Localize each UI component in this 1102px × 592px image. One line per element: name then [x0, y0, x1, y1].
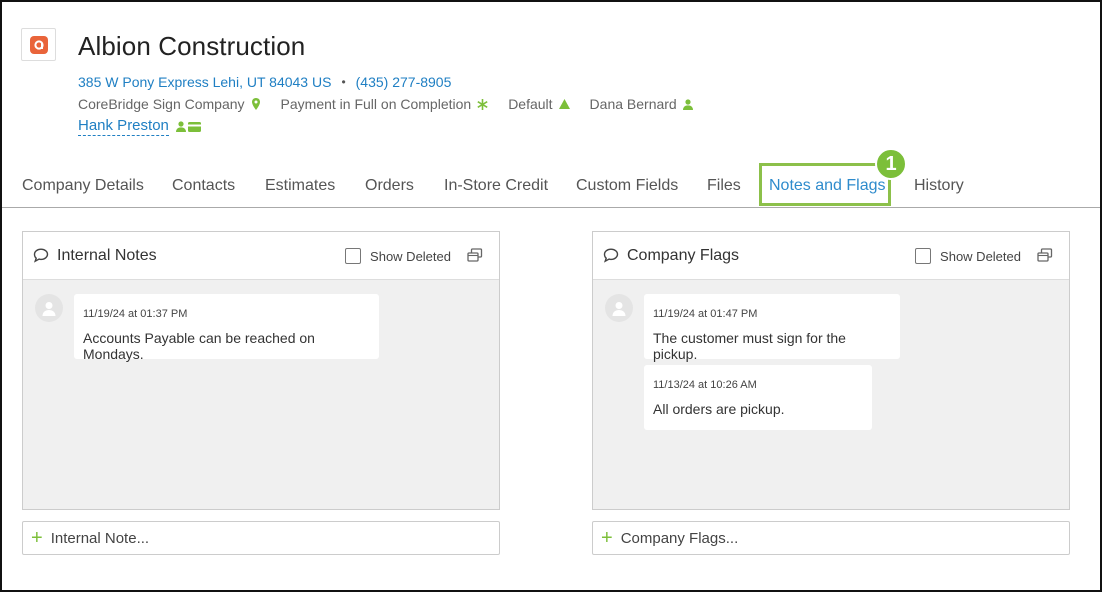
tab-notes-and-flags[interactable]: Notes and Flags	[769, 177, 886, 195]
salesperson-label: Dana Bernard	[589, 96, 677, 112]
internal-notes-header: Internal Notes Show Deleted	[23, 232, 499, 280]
app-frame: Albion Construction 385 W Pony Express L…	[0, 0, 1102, 592]
asterisk-icon	[477, 98, 488, 110]
location-meta: CoreBridge Sign Company	[78, 96, 261, 112]
company-address-link[interactable]: 385 W Pony Express Lehi, UT 84043 US	[78, 74, 331, 90]
flag-text: All orders are pickup.	[653, 401, 785, 417]
primary-contact-link[interactable]: Hank Preston	[78, 117, 169, 136]
location-label: CoreBridge Sign Company	[78, 96, 245, 112]
person-icon	[682, 98, 693, 110]
add-company-flag-placeholder: Company Flags...	[620, 529, 739, 547]
popout-icon[interactable]	[467, 248, 483, 263]
avatar	[35, 294, 63, 322]
payment-terms-meta: Payment in Full on Completion	[281, 96, 489, 112]
separator-dot: •	[341, 75, 346, 89]
avatar	[605, 294, 633, 322]
step-callout-badge: 1	[875, 148, 907, 180]
tab-custom-fields[interactable]: Custom Fields	[576, 177, 678, 195]
company-name: Albion Construction	[78, 31, 306, 61]
address-line: 385 W Pony Express Lehi, UT 84043 US • (…	[78, 74, 451, 90]
pricing-meta: Default	[508, 96, 570, 112]
map-pin-icon	[251, 98, 260, 110]
add-internal-note-placeholder: Internal Note...	[50, 529, 150, 547]
popout-icon[interactable]	[1037, 248, 1053, 263]
flag-text: The customer must sign for the pickup.	[653, 330, 846, 362]
show-deleted-label: Show Deleted	[940, 248, 1021, 264]
tab-files[interactable]: Files	[707, 177, 741, 195]
plus-icon: +	[601, 527, 613, 549]
company-flags-panel: Company Flags Show Deleted 11/19/24 at 0…	[592, 231, 1070, 510]
billing-card-icon	[187, 121, 201, 132]
flag-card: 11/19/24 at 01:47 PM The customer must s…	[644, 294, 900, 362]
tab-estimates[interactable]: Estimates	[265, 177, 335, 195]
plus-icon: +	[31, 527, 43, 549]
tab-orders[interactable]: Orders	[365, 177, 414, 195]
flag-timestamp: 11/19/24 at 01:47 PM	[653, 308, 758, 320]
note-card: 11/19/24 at 01:37 PM Accounts Payable ca…	[74, 294, 379, 362]
company-logo	[21, 28, 56, 61]
add-company-flag-input[interactable]: + Company Flags...	[592, 521, 1070, 555]
tab-bar: Company Details Contacts Estimates Order…	[2, 162, 1100, 208]
triangle-icon	[558, 99, 570, 109]
flag-card: 11/13/24 at 10:26 AM All orders are pick…	[644, 365, 872, 430]
show-deleted-checkbox[interactable]	[915, 248, 932, 264]
primary-contact: Hank Preston	[78, 117, 201, 136]
note-text: Accounts Payable can be reached on Monda…	[83, 330, 315, 362]
company-flags-title: Company Flags	[627, 247, 740, 264]
person-icon	[175, 121, 186, 132]
speech-bubble-icon	[33, 248, 49, 263]
tab-company-details[interactable]: Company Details	[22, 177, 144, 195]
show-deleted-label: Show Deleted	[370, 248, 451, 264]
internal-notes-panel: Internal Notes Show Deleted 11/19/24 at …	[22, 231, 500, 510]
payment-terms-label: Payment in Full on Completion	[280, 96, 472, 112]
show-deleted-toggle[interactable]: Show Deleted	[915, 248, 1021, 264]
speech-bubble-icon	[603, 248, 619, 263]
note-timestamp: 11/19/24 at 01:37 PM	[83, 308, 188, 320]
add-internal-note-input[interactable]: + Internal Note...	[22, 521, 500, 555]
show-deleted-toggle[interactable]: Show Deleted	[345, 248, 451, 264]
company-logo-icon	[29, 35, 48, 54]
company-meta: CoreBridge Sign Company Payment in Full …	[78, 96, 713, 112]
salesperson-meta: Dana Bernard	[590, 96, 693, 112]
tab-in-store-credit[interactable]: In-Store Credit	[444, 177, 548, 195]
company-flags-header: Company Flags Show Deleted	[593, 232, 1069, 280]
tab-history[interactable]: History	[914, 177, 964, 195]
user-avatar-icon	[612, 302, 626, 316]
show-deleted-checkbox[interactable]	[345, 248, 362, 264]
flag-timestamp: 11/13/24 at 10:26 AM	[653, 379, 757, 391]
tab-contacts[interactable]: Contacts	[172, 177, 235, 195]
company-phone-link[interactable]: (435) 277-8905	[356, 74, 452, 90]
user-avatar-icon	[42, 302, 56, 316]
internal-notes-title: Internal Notes	[57, 247, 157, 264]
pricing-label: Default	[508, 96, 553, 112]
